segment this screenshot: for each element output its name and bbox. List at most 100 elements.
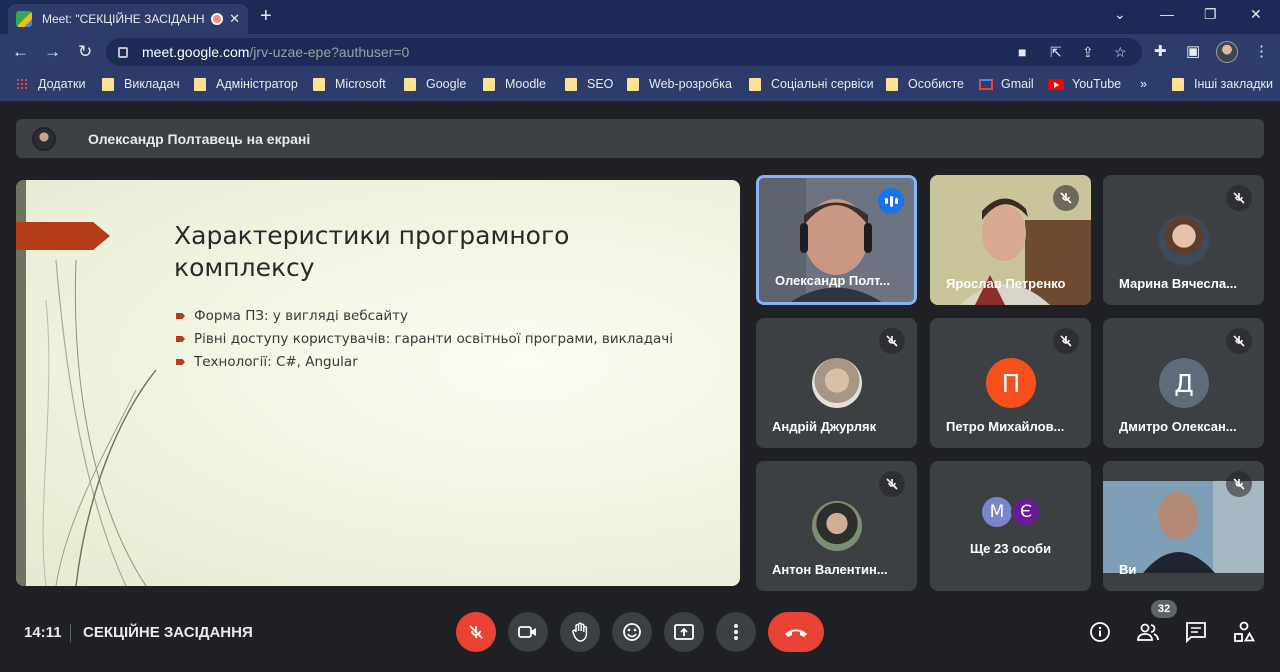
tab-strip: Meet: "СЕКЦІЙНЕ ЗАСІДАНН ✕ + ⌄ — ❐ ✕ xyxy=(0,0,1280,34)
camera-icon xyxy=(518,626,536,638)
mic-off-icon xyxy=(1053,328,1079,354)
camera-toggle-button[interactable] xyxy=(508,612,548,652)
forward-icon[interactable]: → xyxy=(44,42,61,62)
slide-bullet: Технології: C#, Angular xyxy=(174,354,734,370)
participant-count-badge: 32 xyxy=(1151,600,1177,618)
reactions-button[interactable] xyxy=(612,612,652,652)
participant-avatar: П xyxy=(986,358,1036,408)
participant-tile[interactable]: Андрій Джурляк xyxy=(756,318,917,448)
speaking-indicator-icon xyxy=(878,188,904,214)
hand-icon xyxy=(572,622,588,642)
raise-hand-button[interactable] xyxy=(560,612,600,652)
bookmark-other[interactable]: Інші закладки xyxy=(1172,77,1273,91)
end-call-icon xyxy=(785,629,807,637)
youtube-icon xyxy=(1048,78,1064,90)
chat-button[interactable] xyxy=(1184,620,1208,644)
reload-icon[interactable]: ↻ xyxy=(78,42,92,62)
participant-name: Марина Вячесла... xyxy=(1119,276,1237,291)
bookmark-folder[interactable]: Moodle xyxy=(483,77,546,91)
folder-icon xyxy=(404,77,416,91)
more-bookmarks-icon[interactable]: » xyxy=(1140,77,1147,91)
bookmark-folder[interactable]: SEO xyxy=(565,77,613,91)
participant-name: Антон Валентин... xyxy=(772,562,888,577)
more-participants-label: Ще 23 особи xyxy=(969,541,1052,556)
more-participants-tile[interactable]: М Є Ще 23 особи xyxy=(930,461,1091,591)
share-icon[interactable]: ⇪ xyxy=(1082,44,1094,61)
more-options-button[interactable] xyxy=(716,612,756,652)
participant-avatar: М xyxy=(982,497,1012,527)
folder-icon xyxy=(565,77,577,91)
emoji-icon xyxy=(623,623,641,641)
slide-title: Характеристики програмного комплексу xyxy=(174,221,570,282)
menu-icon[interactable]: ⋮ xyxy=(1254,42,1269,60)
chat-icon xyxy=(1186,622,1206,643)
participant-tile[interactable]: Марина Вячесла... xyxy=(1103,175,1264,305)
participant-avatar xyxy=(812,501,862,551)
close-window-icon[interactable]: ✕ xyxy=(1250,6,1262,23)
participant-tile[interactable]: Антон Валентин... xyxy=(756,461,917,591)
bookmark-folder[interactable]: Web-розробка xyxy=(627,77,732,91)
mic-off-icon xyxy=(1226,328,1252,354)
participant-tile[interactable]: П Петро Михайлов... xyxy=(930,318,1091,448)
tab-title: Meet: "СЕКЦІЙНЕ ЗАСІДАНН xyxy=(42,12,205,26)
people-button[interactable] xyxy=(1136,620,1160,644)
folder-icon xyxy=(1172,77,1184,91)
bookmark-folder[interactable]: Google xyxy=(404,77,466,91)
back-icon[interactable]: ← xyxy=(12,42,29,62)
leave-call-button[interactable] xyxy=(768,612,824,652)
bookmark-folder[interactable]: Викладач xyxy=(102,77,180,91)
control-bar: 14:11 СЕКЦІЙНЕ ЗАСІДАННЯ 32 xyxy=(0,600,1280,672)
minimize-icon[interactable]: — xyxy=(1160,6,1174,22)
participant-tile-self[interactable]: Ви xyxy=(1103,461,1264,591)
present-button[interactable] xyxy=(664,612,704,652)
bookmark-folder[interactable]: Microsoft xyxy=(313,77,386,91)
mic-off-icon xyxy=(879,471,905,497)
folder-icon xyxy=(886,77,898,91)
participant-tile[interactable]: Олександр Полт... xyxy=(756,175,917,305)
mic-off-icon xyxy=(1226,471,1252,497)
browser-tab[interactable]: Meet: "СЕКЦІЙНЕ ЗАСІДАНН ✕ xyxy=(8,4,248,34)
bookmarks-bar: Додатки Викладач Адміністратор Microsoft… xyxy=(0,70,1280,102)
slide-bullet: Форма ПЗ: у вигляді вебсайту xyxy=(174,308,734,324)
new-tab-icon[interactable]: + xyxy=(260,6,272,26)
folder-icon xyxy=(313,77,325,91)
screen: Meet: "СЕКЦІЙНЕ ЗАСІДАНН ✕ + ⌄ — ❐ ✕ ← →… xyxy=(0,0,1280,672)
meeting-title: СЕКЦІЙНЕ ЗАСІДАННЯ xyxy=(83,624,253,641)
bookmark-folder[interactable]: Соціальні сервіси xyxy=(749,77,874,91)
mic-off-icon xyxy=(879,328,905,354)
bookmark-star-icon[interactable]: ☆ xyxy=(1114,44,1127,61)
participant-name: Дмитро Олексан... xyxy=(1119,419,1237,434)
participant-tile[interactable]: Ярослав Петренко xyxy=(930,175,1091,305)
folder-icon xyxy=(627,77,639,91)
tab-search-icon[interactable]: ⌄ xyxy=(1114,6,1126,23)
participant-tile[interactable]: Д Дмитро Олексан... xyxy=(1103,318,1264,448)
open-in-new-icon[interactable]: ⇱ xyxy=(1050,44,1062,61)
gmail-icon xyxy=(979,78,993,90)
mic-toggle-button[interactable] xyxy=(456,612,496,652)
participant-name: Петро Михайлов... xyxy=(946,419,1065,434)
participant-name: Ярослав Петренко xyxy=(946,276,1066,291)
bookmark-folder[interactable]: Особисте xyxy=(886,77,964,91)
extensions-icon[interactable]: ✚ xyxy=(1154,42,1167,60)
address-bar[interactable]: meet.google.com/jrv-uzae-epe?authuser=0 … xyxy=(106,38,1142,66)
mic-off-icon xyxy=(1226,185,1252,211)
folder-icon xyxy=(102,77,114,91)
profile-avatar[interactable] xyxy=(1216,41,1238,63)
side-panel-icon[interactable]: ▣ xyxy=(1186,42,1200,60)
browser-toolbar: ← → ↻ meet.google.com/jrv-uzae-epe?authu… xyxy=(0,34,1280,70)
slide-arrow xyxy=(16,222,110,250)
bookmark-youtube[interactable]: YouTube xyxy=(1048,77,1121,91)
bookmark-apps[interactable]: Додатки xyxy=(16,77,85,91)
camera-indicator-icon[interactable]: ■ xyxy=(1018,44,1026,60)
shared-screen: Характеристики програмного комплексу Фор… xyxy=(16,180,740,586)
recording-icon xyxy=(211,13,224,25)
close-tab-icon[interactable]: ✕ xyxy=(229,11,240,27)
meeting-details-button[interactable] xyxy=(1088,620,1112,644)
restore-icon[interactable]: ❐ xyxy=(1204,6,1217,23)
bookmark-gmail[interactable]: Gmail xyxy=(979,77,1034,91)
folder-icon xyxy=(194,77,206,91)
activities-button[interactable] xyxy=(1232,620,1256,644)
url-path: /jrv-uzae-epe?authuser=0 xyxy=(249,44,410,60)
apps-grid-icon xyxy=(16,78,28,90)
bookmark-folder[interactable]: Адміністратор xyxy=(194,77,298,91)
